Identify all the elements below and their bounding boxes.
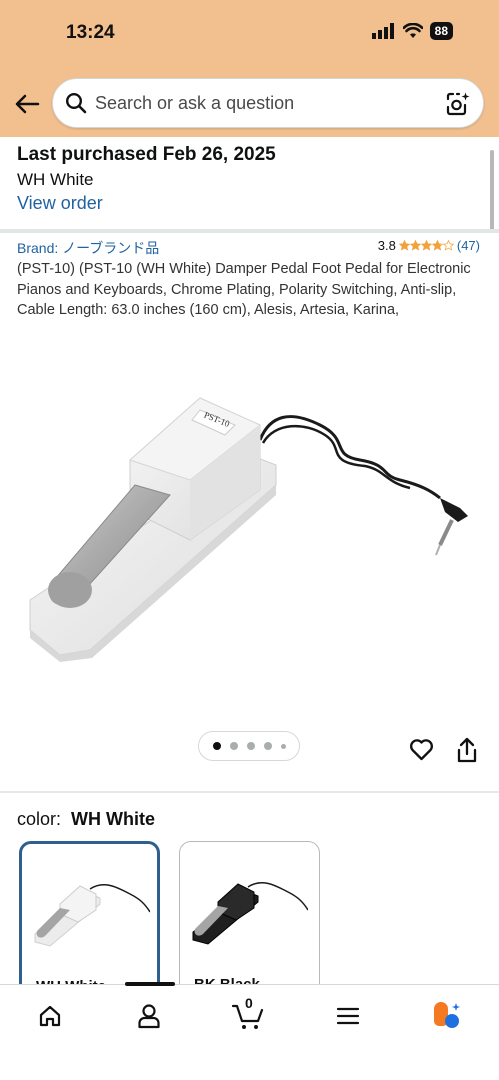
- white-pedal-thumbnail: [34, 884, 150, 947]
- star-rating: [398, 240, 454, 251]
- battery-indicator: 88: [429, 22, 453, 40]
- view-order-link[interactable]: View order: [17, 192, 276, 215]
- search-input[interactable]: [95, 88, 425, 118]
- image-carousel-dots[interactable]: [198, 731, 300, 761]
- star-icon: [420, 240, 432, 251]
- color-swatch-black[interactable]: BK Black: [179, 841, 320, 1001]
- cart-count: 0: [245, 995, 253, 1011]
- camera-search-icon[interactable]: [445, 91, 471, 117]
- rufus-assistant-icon: [434, 1002, 460, 1028]
- wifi-icon: [402, 23, 423, 38]
- share-icon[interactable]: [456, 737, 478, 764]
- section-divider: [0, 229, 499, 233]
- star-icon: [398, 240, 410, 251]
- back-arrow-icon: [15, 94, 40, 114]
- status-time: 13:24: [66, 22, 115, 43]
- wishlist-heart-icon[interactable]: [409, 738, 434, 762]
- rating-summary[interactable]: 3.8 (47): [378, 238, 480, 253]
- bottom-navigation: 0: [0, 982, 499, 1080]
- carousel-dot[interactable]: [246, 742, 255, 750]
- scroll-indicator: [490, 150, 494, 232]
- signal-icon: [371, 23, 394, 39]
- rating-count: (47): [456, 238, 480, 253]
- color-swatch-white[interactable]: WH White: [19, 841, 160, 1001]
- active-tab-indicator: [125, 982, 175, 986]
- star-icon: [409, 240, 421, 251]
- purchased-color: WH White: [17, 170, 94, 189]
- menu-icon: [336, 1007, 360, 1025]
- color-selection-label: color: WH White: [17, 809, 155, 830]
- nav-rufus-assistant[interactable]: [427, 999, 467, 1033]
- carousel-dot[interactable]: [212, 742, 221, 750]
- product-image[interactable]: PST-10: [20, 380, 480, 680]
- brand-link[interactable]: Brand: ノーブランド品: [17, 238, 159, 258]
- last-purchased-title: Last purchased Feb 26, 2025: [17, 144, 276, 165]
- app-header: 13:24 88: [0, 0, 499, 137]
- home-icon: [39, 1005, 61, 1027]
- nav-cart[interactable]: 0: [228, 995, 268, 1033]
- person-icon: [138, 1004, 160, 1029]
- rating-value: 3.8: [377, 238, 396, 253]
- selected-color: WH White: [71, 809, 155, 829]
- status-icons: 88: [371, 22, 453, 40]
- nav-menu[interactable]: [328, 999, 368, 1033]
- carousel-dot[interactable]: [280, 743, 286, 749]
- nav-home[interactable]: [30, 999, 70, 1033]
- color-label: color:: [17, 809, 62, 829]
- nav-account[interactable]: [129, 999, 169, 1033]
- carousel-dot[interactable]: [229, 742, 238, 750]
- purchase-info: Last purchased Feb 26, 2025 WH White Vie…: [17, 143, 276, 215]
- search-icon: [65, 92, 87, 114]
- section-divider: [0, 791, 499, 793]
- star-icon: [442, 240, 454, 251]
- product-title: (PST-10) (PST-10 (WH White) Damper Pedal…: [17, 261, 471, 318]
- carousel-dot[interactable]: [263, 742, 272, 750]
- black-pedal-thumbnail: [192, 882, 308, 945]
- back-button[interactable]: [12, 90, 42, 118]
- search-bar[interactable]: [52, 78, 484, 128]
- star-icon: [431, 240, 443, 251]
